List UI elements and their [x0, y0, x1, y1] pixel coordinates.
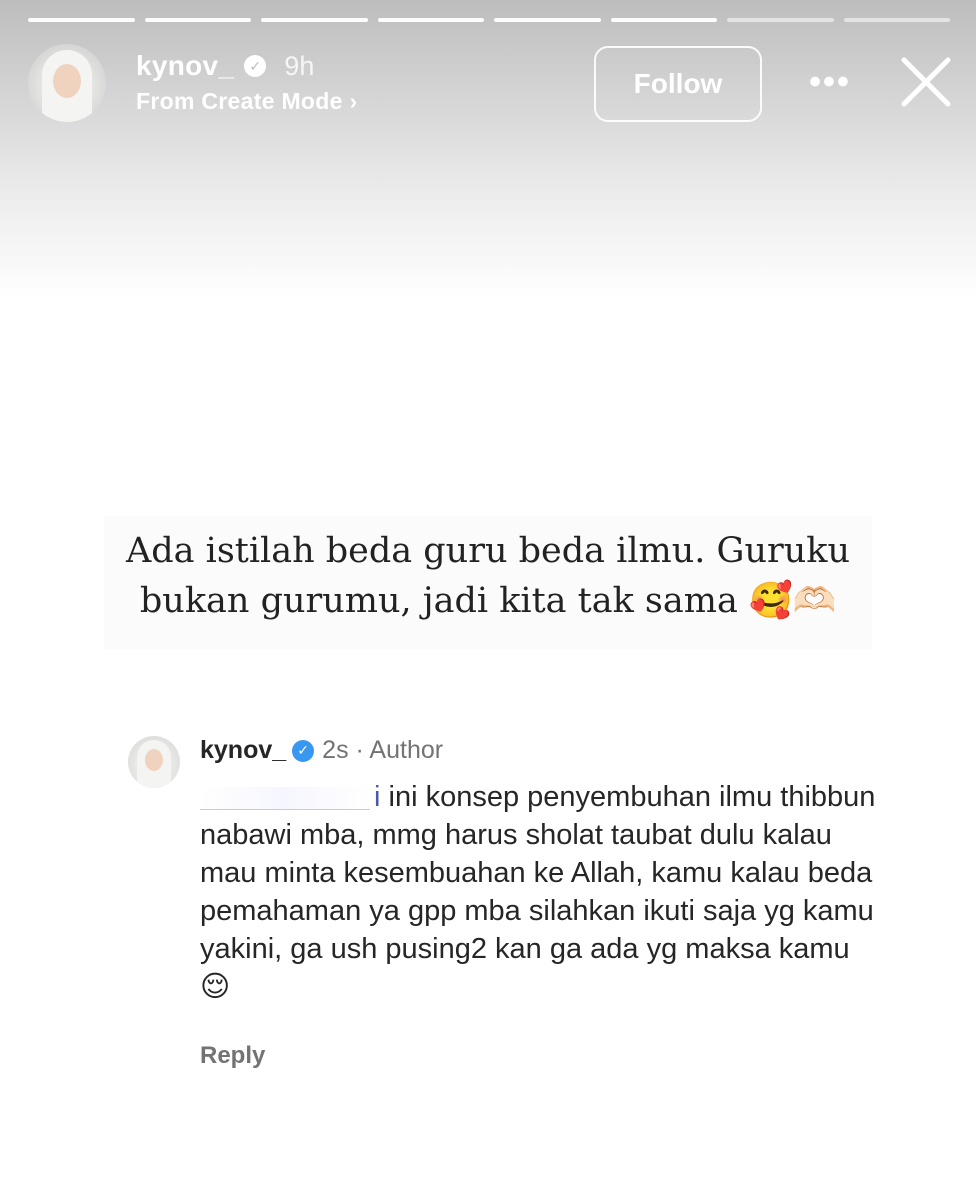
comment-meta: 2s · Author	[322, 736, 444, 764]
progress-segment	[377, 18, 484, 22]
mention-tail[interactable]: i	[374, 781, 380, 813]
verified-badge-icon: ✓	[244, 55, 267, 77]
reply-button[interactable]: Reply	[200, 1042, 265, 1070]
comment-emoji: 😌	[200, 971, 231, 1003]
story-text-line-2: bukan gurumu, jadi kita tak sama 🥰🫶🏻	[139, 581, 837, 621]
story-progress-bar	[28, 18, 950, 23]
story-header: kynov_ ✓ 9h From Create Mode › Follow ••…	[28, 44, 960, 124]
progress-segment	[843, 18, 950, 22]
chevron-right-icon: ›	[349, 88, 358, 114]
redacted-mention	[200, 786, 370, 810]
progress-segment	[727, 18, 834, 22]
story-text-block: Ada istilah beda guru beda ilmu. Guruku …	[104, 516, 872, 650]
comment-avatar[interactable]	[128, 736, 180, 788]
comment-avatar-face-shape	[145, 749, 163, 771]
avatar[interactable]	[28, 44, 106, 122]
username[interactable]: kynov_	[136, 50, 234, 82]
create-mode-link[interactable]: From Create Mode ›	[136, 88, 357, 115]
username-row: kynov_ ✓ 9h	[136, 50, 314, 82]
avatar-face-shape	[53, 64, 81, 98]
progress-segment	[261, 18, 368, 22]
progress-segment	[494, 18, 601, 22]
comment-body: i ini konsep penyembuhan ilmu thibbun na…	[200, 778, 880, 1006]
story-text-line-1: Ada istilah beda guru beda ilmu. Guruku	[125, 531, 851, 571]
progress-segment	[28, 18, 135, 22]
comment-header: kynov_ ✓ 2s · Author	[200, 736, 443, 765]
progress-segment	[610, 18, 717, 22]
verified-badge-icon: ✓	[292, 739, 315, 762]
create-mode-label: From Create Mode	[136, 88, 343, 114]
comment-username[interactable]: kynov_	[200, 736, 286, 765]
close-x-glyph	[901, 57, 951, 107]
more-horizontal-icon[interactable]: •••	[800, 63, 860, 101]
post-time: 9h	[284, 50, 315, 81]
progress-segment	[144, 18, 251, 22]
close-icon[interactable]	[896, 52, 956, 112]
comment-sticker[interactable]: kynov_ ✓ 2s · Author i ini konsep penyem…	[88, 724, 900, 1084]
follow-button[interactable]: Follow	[594, 46, 762, 122]
